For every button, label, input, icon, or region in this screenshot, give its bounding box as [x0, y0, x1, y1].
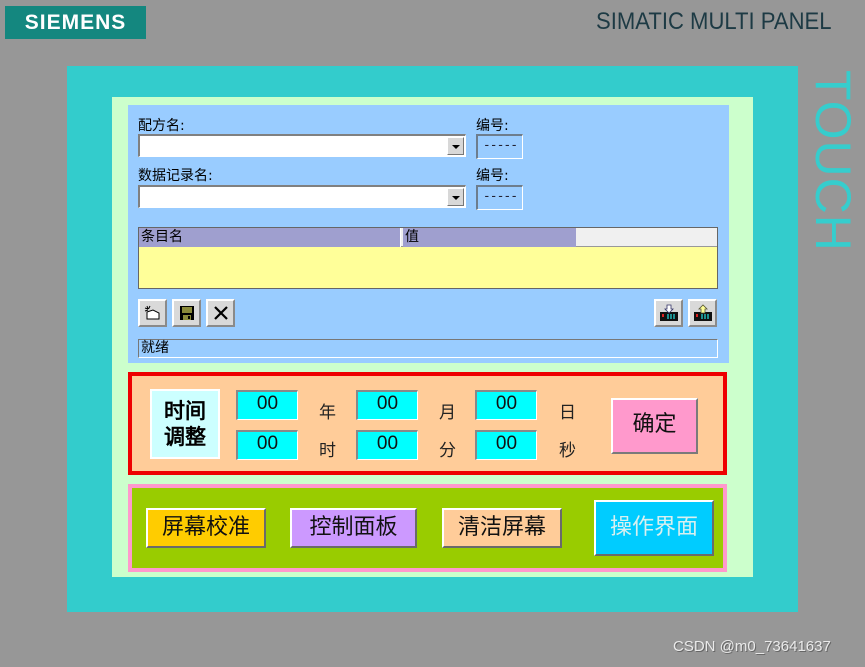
record-name-label: 数据记录名: [138, 168, 213, 184]
panel-model-label: SIMATIC MULTI PANEL [596, 8, 832, 35]
year-field[interactable]: 00 [236, 390, 298, 420]
read-from-plc-button[interactable] [688, 299, 717, 327]
delete-record-button[interactable] [206, 299, 235, 327]
recipe-number-label: 编号: [476, 118, 509, 134]
time-adjust-panel: 时间 调整 00 年 00 月 00 日 00 时 00 分 00 秒 确定 [128, 372, 727, 475]
hour-field[interactable]: 00 [236, 430, 298, 460]
recipe-name-dropdown[interactable] [138, 134, 466, 157]
table-header: 条目名 值 [139, 228, 717, 247]
minute-unit-label: 分 [439, 441, 456, 461]
recipe-entries-table[interactable]: 条目名 值 [138, 227, 718, 289]
second-field[interactable]: 00 [475, 430, 537, 460]
column-header-value[interactable]: 值 [403, 228, 576, 247]
time-adjust-title-line1: 时间 [164, 399, 206, 423]
record-name-dropdown[interactable] [138, 185, 466, 208]
new-record-button[interactable] [138, 299, 167, 327]
year-unit-label: 年 [319, 403, 336, 423]
touch-text: TOUCH [805, 70, 861, 252]
recipe-name-label: 配方名: [138, 118, 185, 134]
watermark: CSDN @m0_73641637 [673, 638, 831, 655]
system-nav-panel: 屏幕校准 控制面板 清洁屏幕 操作界面 [128, 484, 727, 572]
hour-unit-label: 时 [319, 441, 336, 461]
chevron-down-icon[interactable] [447, 188, 464, 206]
touch-label: TOUCH [802, 68, 862, 258]
column-header-entry-name[interactable]: 条目名 [139, 228, 401, 247]
save-icon [179, 306, 194, 320]
operation-screen-button[interactable]: 操作界面 [594, 500, 714, 556]
download-to-plc-icon [659, 304, 678, 321]
time-adjust-title-line2: 调整 [164, 425, 206, 449]
save-record-button[interactable] [172, 299, 201, 327]
time-adjust-title: 时间 调整 [150, 389, 220, 459]
second-unit-label: 秒 [559, 441, 576, 461]
control-panel-button[interactable]: 控制面板 [290, 508, 417, 548]
confirm-button[interactable]: 确定 [611, 398, 698, 454]
delete-icon [213, 306, 228, 320]
chevron-down-icon[interactable] [447, 137, 464, 155]
screen-calibration-button[interactable]: 屏幕校准 [146, 508, 266, 548]
write-to-plc-button[interactable] [654, 299, 683, 327]
day-unit-label: 日 [559, 403, 576, 423]
siemens-logo: SIEMENS [5, 6, 146, 39]
upload-from-plc-icon [693, 304, 712, 321]
day-field[interactable]: 00 [475, 390, 537, 420]
clean-screen-button[interactable]: 清洁屏幕 [442, 508, 562, 548]
record-number-field[interactable]: ----- [476, 185, 523, 210]
month-unit-label: 月 [439, 403, 456, 423]
month-field[interactable]: 00 [356, 390, 418, 420]
record-number-label: 编号: [476, 168, 509, 184]
minute-field[interactable]: 00 [356, 430, 418, 460]
status-bar: 就绪 [138, 339, 718, 358]
recipe-number-field[interactable]: ----- [476, 134, 523, 159]
recipe-view: 配方名: 编号: ----- 数据记录名: 编号: ----- 条目名 值 就绪 [128, 105, 729, 363]
new-record-icon [144, 305, 159, 320]
